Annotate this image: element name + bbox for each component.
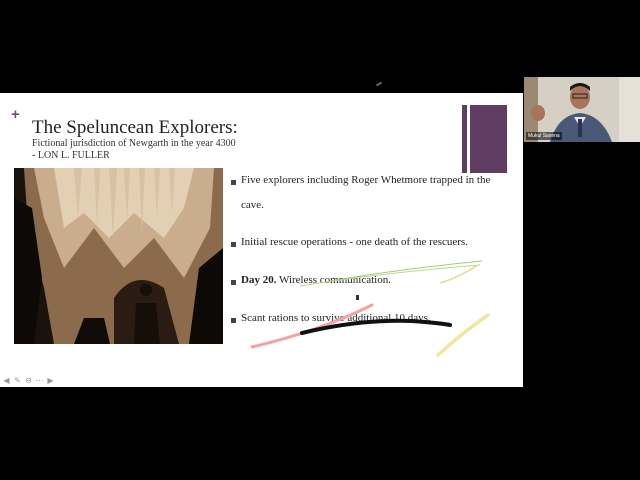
bullet-marker bbox=[231, 280, 236, 285]
bullet-bold-3: Day 20. bbox=[241, 274, 277, 286]
bullet-text-2: Initial rescue operations - one death of… bbox=[241, 236, 468, 248]
bullet-text-3: Day 20. Wireless communication. bbox=[241, 268, 391, 293]
more-icon[interactable]: ⋯ bbox=[35, 376, 44, 385]
subtitle-line-2: - LON L. FULLER bbox=[32, 150, 110, 161]
mouse-cursor bbox=[356, 295, 359, 300]
zoom-out-icon[interactable]: ⊖ bbox=[24, 376, 33, 385]
cursor-mark bbox=[375, 81, 383, 87]
arrow-right-icon[interactable]: ▶ bbox=[46, 376, 55, 385]
bullet-item-4: Scant rations to survive additional 10 d… bbox=[231, 312, 516, 331]
arrow-left-icon[interactable]: ◀ bbox=[2, 376, 11, 385]
slide-title: The Speluncean Explorers: bbox=[32, 117, 238, 138]
participant-name: Mukul Saxena bbox=[526, 132, 562, 140]
participant-video-tile[interactable]: Mukul Saxena bbox=[524, 77, 640, 142]
bullet-rest-3: Wireless communication. bbox=[276, 274, 391, 286]
cave-photo bbox=[14, 168, 223, 344]
slide-toolbar: ◀ ✎ ⊖ ⋯ ▶ bbox=[2, 376, 55, 385]
bullet-text-1: Five explorers including Roger Whetmore … bbox=[241, 174, 491, 211]
bullet-item-2: Initial rescue operations - one death of… bbox=[231, 236, 516, 255]
accent-bar bbox=[462, 105, 467, 173]
bullet-marker bbox=[231, 318, 236, 323]
bullet-item-3: Day 20. Wireless communication. bbox=[231, 274, 516, 293]
subtitle-line-1: Fictional jurisdiction of Newgarth in th… bbox=[32, 138, 236, 149]
accent-block bbox=[470, 105, 507, 173]
bullet-item-1: Five explorers including Roger Whetmore … bbox=[231, 174, 516, 218]
presentation-slide: + The Speluncean Explorers: Fictional ju… bbox=[0, 93, 523, 387]
bullet-text-4: Scant rations to survive additional 10 d… bbox=[241, 312, 431, 324]
bullet-marker bbox=[231, 242, 236, 247]
plus-decoration-icon: + bbox=[11, 106, 20, 123]
slide-subtitle: Fictional jurisdiction of Newgarth in th… bbox=[32, 138, 236, 162]
bullet-marker bbox=[231, 180, 236, 185]
pen-icon[interactable]: ✎ bbox=[13, 376, 22, 385]
